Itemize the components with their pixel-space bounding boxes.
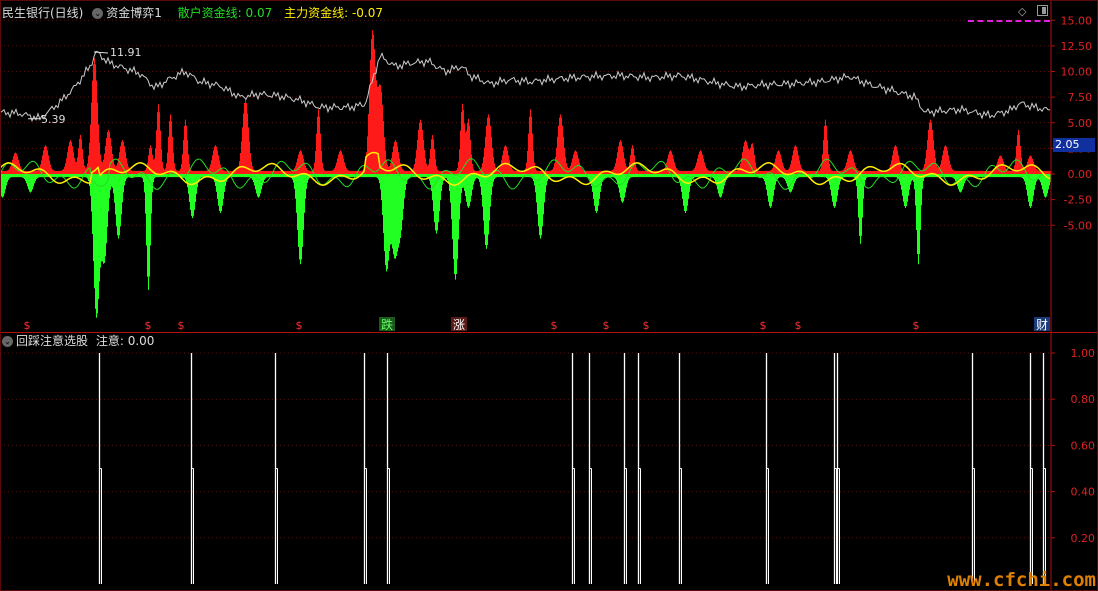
price-low-label: 5.39 [41, 113, 66, 126]
main-line-value: -0.07 [351, 6, 384, 20]
chart-canvas[interactable]: 11.915.39 15.0012.5010.007.505.002.500.0… [0, 0, 1098, 591]
retail-line-label: 散户资金线: [177, 6, 242, 20]
chevron-down-icon[interactable]: ⌄ [2, 336, 13, 347]
dividend-marker: $ [760, 319, 767, 332]
current-value-badge: 2.05 [1053, 138, 1095, 152]
top-tick-label: 15.00 [1061, 14, 1093, 27]
price-high-pointer [93, 51, 109, 54]
dividend-marker: $ [145, 319, 152, 332]
dividend-marker: $ [643, 319, 650, 332]
watermark: www.cfchi.com [947, 569, 1096, 591]
top-tick-label: -5.00 [1064, 219, 1092, 232]
dividend-marker: $ [24, 319, 31, 332]
top-tick-label: 5.00 [1068, 117, 1093, 130]
tick-labels: 15.0012.5010.007.505.002.500.00-2.50-5.0… [1061, 14, 1096, 545]
chevron-down-icon[interactable]: ⌄ [92, 8, 104, 19]
bottom-tick-label: 0.60 [1071, 439, 1096, 452]
dividend-marker: $ [603, 319, 610, 332]
signal-label: 注意: [95, 334, 124, 348]
top-tick-label: 10.00 [1061, 66, 1093, 79]
dividend-marker: $ [913, 319, 920, 332]
frame [0, 0, 1098, 591]
top-tick-label: 7.50 [1068, 91, 1093, 104]
bottom-indicator-title[interactable]: 回踩注意选股 [16, 334, 88, 348]
dividend-marker: $ [551, 319, 558, 332]
axes [0, 0, 1098, 591]
event-marker: 财 [1036, 318, 1048, 332]
bottom-tick-label: 1.00 [1071, 347, 1096, 360]
top-panel-header: 民生银行(日线) ⌄ 资金博弈1 散户资金线: 0.07 主力资金线: -0.07 [2, 6, 383, 20]
top-tick-label: 12.50 [1061, 40, 1093, 53]
panel-toggle-icon[interactable] [1037, 5, 1048, 16]
event-marker: 涨 [453, 317, 465, 332]
bottom-tick-label: 0.20 [1071, 532, 1096, 545]
stock-title[interactable]: 民生银行(日线) [2, 6, 83, 20]
price-polyline [0, 50, 1051, 123]
signal-spikes [98, 353, 1046, 584]
top-tick-label: -2.50 [1064, 194, 1092, 207]
bottom-tick-label: 0.40 [1071, 486, 1096, 499]
event-markers: $ $ $ $ 跌 涨 $ $ $ $ $ $ 财 [24, 317, 1050, 332]
event-marker: 跌 [381, 317, 393, 332]
bottom-panel-header: ⌄ 回踩注意选股 注意: 0.00 [2, 334, 154, 348]
main-line-label: 主力资金线: [284, 6, 349, 20]
top-tick-label: 0.00 [1068, 168, 1093, 181]
dividend-marker: $ [178, 319, 185, 332]
retail-line-value: 0.07 [245, 6, 273, 20]
dividend-marker: $ [795, 319, 802, 332]
indicator-title[interactable]: 资金博弈1 [106, 6, 162, 20]
signal-value: 0.00 [127, 334, 155, 348]
gridlines [0, 19, 1051, 539]
dividend-marker: $ [296, 319, 303, 332]
bottom-tick-label: 0.80 [1071, 393, 1096, 406]
diamond-icon[interactable]: ◇ [1018, 6, 1026, 18]
legend-dash [968, 20, 1050, 22]
price-high-label: 11.91 [110, 46, 142, 59]
